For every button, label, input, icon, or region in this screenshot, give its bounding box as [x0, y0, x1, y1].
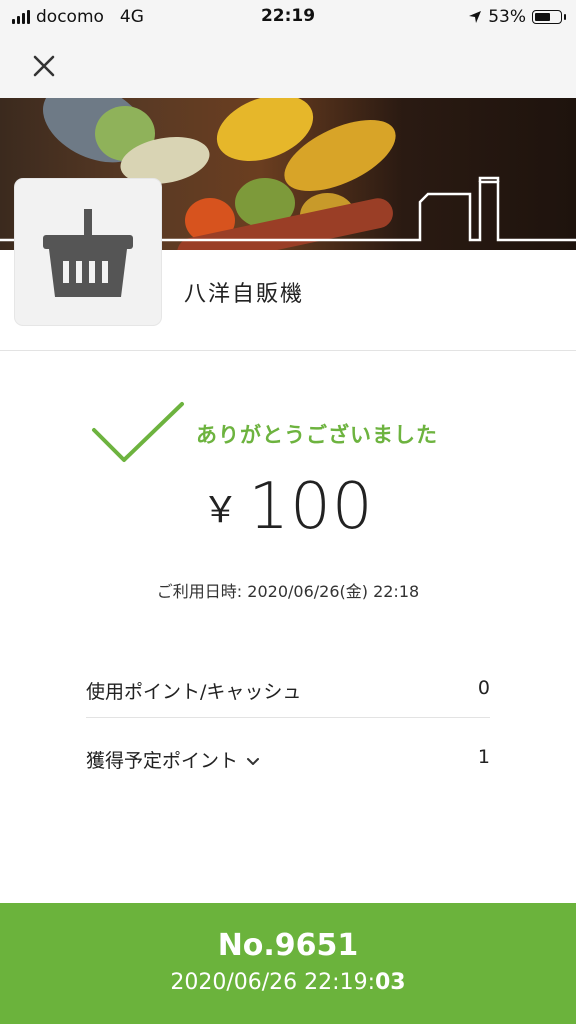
status-bar: docomo 4G 22:19 53% [0, 0, 576, 34]
chevron-down-icon[interactable] [246, 757, 260, 767]
receipt-time-main: 2020/06/26 22:19: [170, 970, 375, 995]
earned-points-row[interactable]: 獲得予定ポイント 1 [86, 746, 490, 773]
earned-points-value: 1 [477, 746, 490, 768]
row-divider [86, 717, 490, 718]
divider [0, 350, 576, 351]
receipt-footer [0, 903, 576, 1024]
payment-amount: ￥ 100 [0, 470, 576, 544]
amount-value: 100 [248, 470, 374, 544]
nav-bar [0, 34, 576, 98]
receipt-time-seconds: 03 [374, 970, 406, 995]
thanks-message: ありがとうございました [196, 423, 438, 447]
close-button[interactable] [26, 48, 62, 84]
receipt-timestamp: 2020/06/26 22:19:03 [0, 970, 576, 995]
used-points-label: 使用ポイント/キャッシュ [86, 681, 302, 703]
status-right: 53% [468, 7, 566, 27]
usage-datetime: ご利用日時: 2020/06/26(金) 22:18 [156, 582, 420, 601]
battery-percent: 53% [488, 7, 526, 27]
used-points-row: 使用ポイント/キャッシュ 0 [86, 677, 490, 704]
location-arrow-icon [469, 11, 482, 23]
currency-symbol: ￥ [202, 490, 239, 531]
earned-points-label: 獲得予定ポイント [86, 750, 239, 772]
shop-logo [15, 179, 161, 325]
basket-icon [43, 209, 133, 297]
battery-icon [532, 10, 566, 24]
used-points-value: 0 [477, 677, 490, 699]
close-icon [33, 55, 55, 77]
check-icon [92, 402, 184, 462]
shop-name: 八洋自販機 [184, 282, 305, 307]
receipt-number: No.9651 [217, 928, 359, 963]
